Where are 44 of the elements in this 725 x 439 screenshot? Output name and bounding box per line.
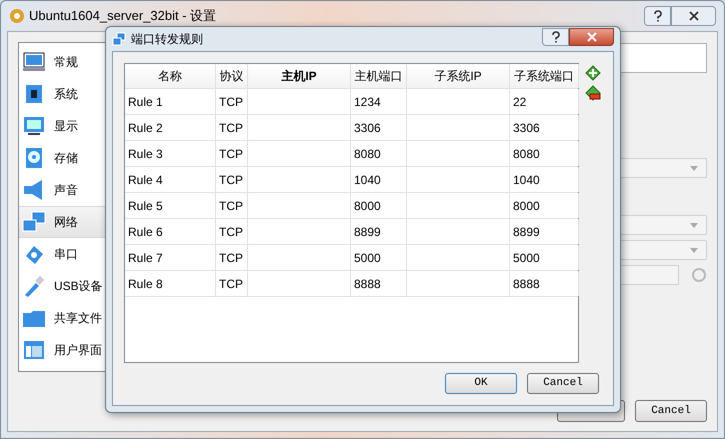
table-cell-text: TCP — [219, 224, 243, 240]
table-cell-text: Rule 5 — [128, 198, 163, 214]
category-label: USB设备 — [54, 278, 103, 295]
table-cell-text: 5000 — [513, 250, 540, 266]
category-label: 用户界面 — [54, 342, 102, 359]
table-cell-text: Rule 7 — [128, 250, 163, 266]
window-title: Ubuntu1604_server_32bit - 设置 — [29, 7, 216, 26]
table-cell-text: 8888 — [354, 276, 381, 292]
category-label: 常规 — [54, 54, 78, 71]
table-cell-text: 8000 — [354, 198, 381, 214]
table-cell-text: Rule 1 — [128, 94, 163, 110]
table-cell-text: 8899 — [354, 224, 381, 240]
category-label: 共享文件 — [54, 310, 102, 327]
table-cell-text: 8080 — [513, 146, 540, 162]
table-cell-text: 3306 — [354, 120, 381, 136]
category-label: 存储 — [54, 150, 78, 167]
table-cell-text: 8888 — [513, 276, 540, 292]
table-cell-text: 22 — [513, 94, 526, 110]
table-cell-text: TCP — [219, 250, 243, 266]
table-cell-text: Rule 3 — [128, 146, 163, 162]
category-label: 声音 — [54, 182, 78, 199]
table-cell-text: Rule 6 — [128, 224, 163, 240]
category-label: 网络 — [54, 214, 78, 231]
table-cell-text: 3306 — [513, 120, 540, 136]
table-cell-text: 1040 — [354, 172, 381, 188]
table-cell-text: TCP — [219, 276, 243, 292]
table-cell-text: TCP — [219, 172, 243, 188]
table-cell-text: Rule 8 — [128, 276, 163, 292]
table-cell-text: Rule 4 — [128, 172, 163, 188]
dialog-title: 端口转发规则 — [131, 31, 203, 48]
category-label: 系统 — [54, 86, 78, 103]
table-cell-text: TCP — [219, 146, 243, 162]
table-cell-text: TCP — [219, 198, 243, 214]
table-cell-text: Rule 2 — [128, 120, 163, 136]
category-label: 串口 — [54, 246, 78, 263]
table-cell-text: 8080 — [354, 146, 381, 162]
category-label: 显示 — [54, 118, 78, 135]
table-cell-text: 8899 — [513, 224, 540, 240]
table-cell-text: 1040 — [513, 172, 540, 188]
table-cell-text: 5000 — [354, 250, 381, 266]
table-cell-text: 1234 — [354, 94, 381, 110]
table-cell-text: 8000 — [513, 198, 540, 214]
table-cell-text: TCP — [219, 94, 243, 110]
table-cell-text: TCP — [219, 120, 243, 136]
